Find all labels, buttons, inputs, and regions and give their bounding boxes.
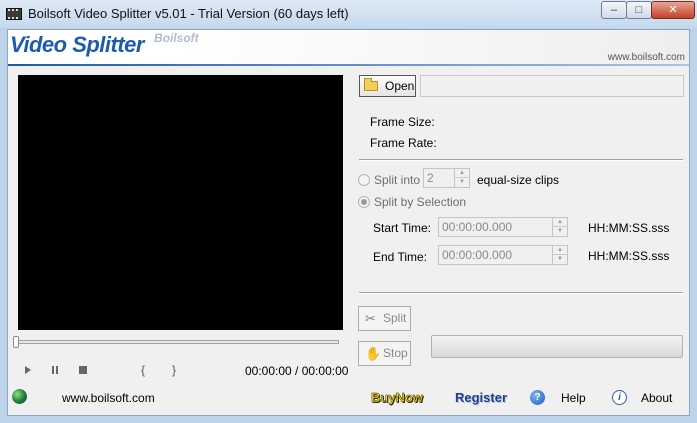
- stop-button[interactable]: ✋ Stop: [358, 341, 411, 366]
- buy-now-link[interactable]: BuyNow: [371, 390, 423, 405]
- register-link[interactable]: Register: [455, 390, 507, 405]
- window-title: Boilsoft Video Splitter v5.01 - Trial Ve…: [28, 6, 349, 21]
- stop-hand-icon: ✋: [365, 346, 382, 361]
- about-link[interactable]: About: [641, 391, 672, 405]
- stop-playback-button[interactable]: [79, 363, 87, 377]
- logo-brand: Boilsoft: [154, 31, 199, 45]
- seek-thumb[interactable]: [13, 336, 19, 348]
- spin-up-icon[interactable]: ▲: [553, 218, 567, 227]
- frame-rate-label: Frame Rate:: [370, 136, 437, 150]
- play-icon: [25, 366, 31, 374]
- globe-icon: [12, 389, 27, 404]
- divider: [359, 292, 683, 294]
- maximize-button[interactable]: □: [626, 1, 652, 19]
- split-into-suffix: equal-size clips: [477, 173, 560, 187]
- open-button[interactable]: Open: [359, 75, 416, 97]
- progress-bar: [431, 335, 683, 358]
- start-time-format: HH:MM:SS.sss: [588, 221, 670, 235]
- split-label: Split: [383, 311, 407, 325]
- spin-up-icon[interactable]: ▲: [553, 246, 567, 255]
- time-display: 00:00:00 / 00:00:00: [245, 364, 349, 378]
- frame-size-label: Frame Size:: [370, 115, 435, 129]
- title-bar: Boilsoft Video Splitter v5.01 - Trial Ve…: [0, 0, 697, 28]
- video-preview[interactable]: [18, 75, 343, 330]
- seek-track[interactable]: [18, 340, 339, 344]
- close-button[interactable]: ✕: [651, 1, 695, 19]
- banner-url: www.boilsoft.com: [607, 52, 685, 63]
- clip-count-spin-buttons[interactable]: ▲ ▼: [454, 169, 469, 187]
- split-button[interactable]: ✂ Split: [358, 306, 411, 331]
- end-time-spin-buttons[interactable]: ▲ ▼: [552, 246, 567, 264]
- end-time-input[interactable]: 00:00:00.000 ▲ ▼: [438, 245, 568, 265]
- spin-up-icon[interactable]: ▲: [455, 169, 469, 178]
- spin-down-icon[interactable]: ▼: [553, 227, 567, 236]
- start-time-spin-buttons[interactable]: ▲ ▼: [552, 218, 567, 236]
- stop-icon: [79, 366, 87, 374]
- pause-button[interactable]: [52, 363, 58, 377]
- minimize-button[interactable]: –: [601, 1, 627, 19]
- split-by-selection-radio[interactable]: [358, 196, 370, 208]
- split-into-radio[interactable]: [358, 174, 370, 186]
- end-time-value: 00:00:00.000: [442, 248, 513, 262]
- start-time-label: Start Time:: [373, 221, 432, 235]
- clip-count-stepper[interactable]: 2 ▲ ▼: [423, 168, 470, 188]
- play-button[interactable]: [25, 363, 31, 377]
- spin-down-icon[interactable]: ▼: [455, 178, 469, 187]
- banner: Video Splitter Boilsoft www.boilsoft.com: [8, 30, 689, 66]
- end-time-format: HH:MM:SS.sss: [588, 249, 670, 263]
- film-strip-icon: [6, 8, 22, 20]
- split-by-selection-label: Split by Selection: [374, 195, 467, 209]
- file-path-field: [420, 75, 684, 97]
- main-window: Video Splitter Boilsoft www.boilsoft.com…: [7, 29, 690, 416]
- set-start-button[interactable]: {: [141, 363, 145, 377]
- pause-icon: [52, 366, 58, 374]
- help-icon[interactable]: ?: [530, 390, 545, 405]
- scissors-icon: ✂: [365, 311, 376, 326]
- spin-down-icon[interactable]: ▼: [553, 255, 567, 264]
- folder-icon: [364, 78, 378, 91]
- help-link[interactable]: Help: [561, 391, 586, 405]
- start-time-value: 00:00:00.000: [442, 220, 513, 234]
- info-icon[interactable]: i: [612, 390, 627, 405]
- start-time-input[interactable]: 00:00:00.000 ▲ ▼: [438, 217, 568, 237]
- clip-count-value: 2: [427, 171, 434, 185]
- open-label: Open: [385, 79, 415, 93]
- divider: [359, 159, 683, 161]
- end-time-label: End Time:: [373, 250, 428, 264]
- split-into-label: Split into: [374, 173, 421, 187]
- set-end-button[interactable]: }: [172, 363, 176, 377]
- logo-text: Video Splitter: [10, 32, 144, 57]
- stop-label: Stop: [383, 346, 408, 360]
- website-link[interactable]: www.boilsoft.com: [62, 391, 155, 405]
